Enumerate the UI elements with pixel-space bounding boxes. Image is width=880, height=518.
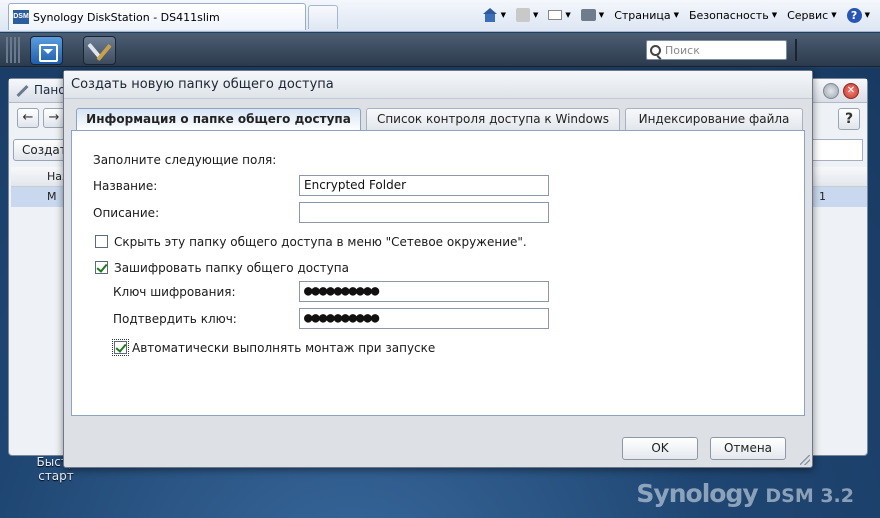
form-panel: Заполните следующие поля: Название: Encr…	[71, 130, 805, 416]
row-name: М	[47, 190, 57, 203]
hide-label: Скрыть эту папку общего доступа в меню "…	[114, 235, 527, 249]
chevron-down-icon: ▼	[831, 11, 837, 19]
dsm-taskbar: Поиск	[0, 33, 880, 67]
dialog-title: Создать новую папку общего доступа	[64, 71, 812, 99]
tab-windows-acl[interactable]: Список контроля доступа к Windows	[366, 108, 620, 130]
search-input[interactable]: Поиск	[646, 40, 787, 60]
browser-tab[interactable]: DSM Synology DiskStation - DS411slim	[8, 3, 306, 30]
automount-checkbox[interactable]	[112, 339, 129, 356]
chevron-down-icon: ▼	[771, 11, 778, 19]
tab-folder-info[interactable]: Информация о папке общего доступа	[76, 108, 361, 131]
name-field[interactable]: Encrypted Folder	[299, 175, 549, 196]
chevron-down-icon: ▼	[500, 11, 507, 19]
chevron-down-icon: ▼	[533, 11, 539, 19]
encrypt-label: Зашифровать папку общего доступа	[114, 261, 349, 275]
chevron-down-icon: ▼	[673, 11, 679, 19]
synology-logo: Synology DSM 3.2	[636, 479, 854, 508]
taskbar-grip	[6, 37, 20, 63]
form-intro: Заполните следующие поля:	[93, 153, 277, 167]
row-value: 1	[819, 190, 826, 203]
print-icon	[580, 9, 596, 21]
automount-label: Автоматически выполнять монтаж при запус…	[132, 341, 436, 355]
search-icon	[650, 44, 661, 56]
chevron-down-icon: ▼	[864, 11, 870, 19]
hide-checkbox[interactable]	[95, 235, 108, 248]
confirm-key-field[interactable]: ●●●●●●●●●●	[299, 308, 549, 329]
logo-text: Synology	[636, 479, 758, 508]
encryption-key-label: Ключ шифрования:	[113, 285, 236, 299]
confirm-key-label: Подтвердить ключ:	[113, 312, 237, 326]
close-button[interactable]: ✕	[843, 83, 859, 99]
home-icon	[482, 8, 498, 22]
ok-button[interactable]: OK	[622, 437, 698, 460]
taskbar-divider	[795, 39, 797, 61]
encrypt-checkbox[interactable]	[95, 261, 108, 274]
chevron-down-icon: ▼	[598, 11, 605, 19]
minimize-button[interactable]	[823, 83, 839, 99]
window-title: Пано	[34, 83, 66, 97]
resize-grip[interactable]	[800, 455, 810, 465]
security-menu[interactable]: Безопасность ▼	[685, 7, 781, 24]
encryption-key-field[interactable]: ●●●●●●●●●●	[299, 281, 549, 302]
wrench-icon	[15, 84, 29, 98]
help-icon: ?	[846, 7, 862, 23]
search-placeholder: Поиск	[665, 43, 700, 57]
security-menu-label: Безопасность	[688, 8, 769, 22]
help-button[interactable]: ?	[838, 108, 860, 130]
tools-menu[interactable]: Сервис ▼	[783, 7, 841, 24]
logo-version: DSM 3.2	[765, 485, 854, 507]
back-button[interactable]: ←	[17, 108, 39, 128]
mail-button[interactable]: ▼	[544, 8, 574, 22]
home-button[interactable]: ▼	[478, 6, 510, 24]
cancel-button[interactable]: Отмена	[710, 437, 786, 460]
browser-command-bar: ▼ ▼ ▼ ▼ Страница ▼ Безопасность ▼ Сервис ▼ …	[478, 0, 874, 30]
page-menu[interactable]: Страница ▼	[610, 7, 683, 24]
page-menu-label: Страница	[614, 8, 671, 22]
description-label: Описание:	[93, 206, 160, 220]
tools-menu-label: Сервис	[787, 8, 829, 22]
forward-button[interactable]: →	[43, 108, 65, 128]
tab-file-indexing[interactable]: Индексирование файла	[625, 108, 803, 130]
control-panel-button[interactable]	[83, 36, 116, 65]
main-menu-button[interactable]	[30, 36, 63, 65]
dsm-favicon-icon: DSM	[13, 10, 29, 24]
browser-toolbar: DSM Synology DiskStation - DS411slim ▼ ▼…	[0, 0, 880, 32]
description-field[interactable]	[299, 202, 549, 223]
rss-icon	[516, 8, 531, 22]
print-button[interactable]: ▼	[577, 7, 608, 23]
mail-icon	[548, 10, 563, 20]
browser-tab-title: Synology DiskStation - DS411slim	[33, 10, 220, 24]
new-tab-button[interactable]	[308, 5, 338, 29]
name-label: Название:	[93, 179, 158, 193]
chevron-down-icon: ▼	[565, 11, 571, 19]
create-shared-folder-dialog: Создать новую папку общего доступа Инфор…	[63, 70, 813, 468]
help-menu[interactable]: ? ▼	[843, 6, 874, 25]
feeds-button[interactable]: ▼	[512, 6, 542, 24]
